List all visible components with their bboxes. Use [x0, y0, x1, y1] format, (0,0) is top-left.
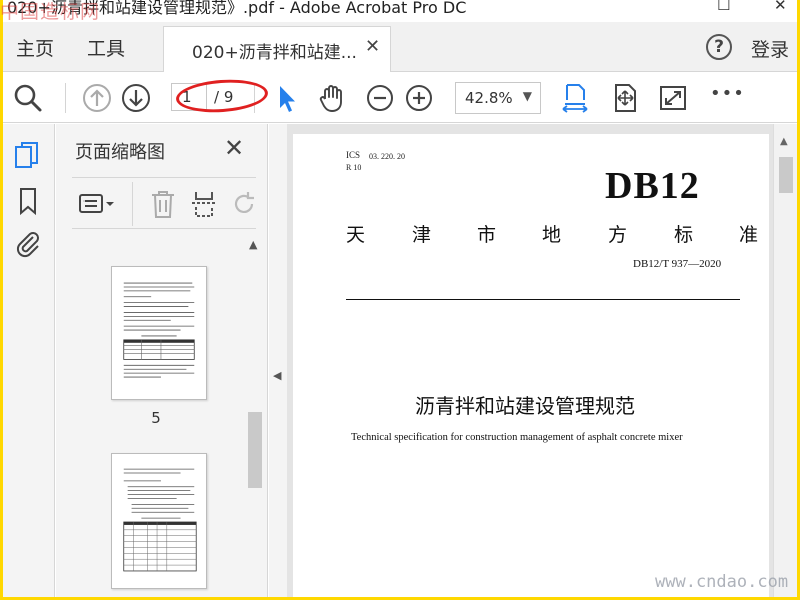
authority-char: 准 [739, 224, 759, 246]
authority-char: 方 [608, 224, 628, 246]
document-page: ICS 03. 220. 20 R 10 DB12 天 津 市 地 方 标 准 … [293, 134, 769, 597]
zoom-value: 42.8% [465, 89, 513, 107]
panel-divider [132, 182, 133, 226]
header-rule [346, 299, 740, 300]
menu-bar: 主页 工具 020+沥青拌和站建... ✕ ? 登录 [3, 22, 797, 72]
page-thumbnail[interactable] [111, 266, 207, 400]
rotate-page-icon[interactable] [230, 189, 258, 219]
authority-char: 地 [542, 224, 562, 246]
left-rail [3, 124, 55, 597]
page-number-input[interactable]: 1 [171, 83, 207, 111]
bookmark-icon[interactable] [13, 186, 43, 216]
thumbnail-page-number: 5 [151, 409, 161, 427]
watermark-bottom: www.cndao.com [655, 572, 789, 592]
login-button[interactable]: 登录 [751, 35, 789, 62]
thumbnail-options-icon[interactable] [78, 190, 116, 218]
panel-close-button[interactable]: ✕ [224, 134, 244, 162]
page-thumbnail[interactable] [111, 453, 207, 589]
title-cn: 沥青拌和站建设管理规范 [415, 394, 635, 418]
scrollbar-thumb[interactable] [779, 157, 793, 193]
authority-line: 天 津 市 地 方 标 准 [346, 220, 758, 246]
delete-page-icon[interactable] [149, 189, 177, 219]
home-menu[interactable]: 主页 [16, 34, 54, 61]
authority-char: 标 [674, 224, 694, 246]
title-bar: 020+沥青拌和站建设管理规范》.pdf - Adobe Acrobat Pro… [3, 0, 797, 22]
close-window-button[interactable]: ✕ [774, 0, 787, 14]
document-scrollbar[interactable]: ▲ [773, 124, 797, 597]
toolbar-divider [254, 83, 255, 113]
zoom-select[interactable]: 42.8% ▼ [455, 82, 541, 114]
more-icon[interactable]: ••• [710, 83, 745, 104]
chevron-up-icon[interactable]: ▲ [780, 136, 788, 147]
tab-close-button[interactable]: ✕ [365, 36, 380, 57]
maximize-button[interactable]: ☐ [717, 0, 730, 14]
doc-number: DB12/T 937—2020 [633, 258, 722, 270]
help-button[interactable]: ? [706, 34, 732, 60]
authority-char: 津 [412, 224, 432, 246]
authority-char: 市 [477, 224, 497, 246]
panel-title: 页面缩略图 [75, 142, 165, 163]
hand-icon[interactable] [316, 82, 348, 114]
document-tab[interactable]: 020+沥青拌和站建... ✕ [163, 26, 391, 72]
toolbar: 1 / 9 42.8% ▼ ••• [3, 73, 797, 123]
panel-collapse-handle[interactable]: ◀ [269, 124, 287, 597]
zoom-out-icon[interactable] [364, 82, 396, 114]
collapse-arrow-icon[interactable]: ◀ [273, 369, 281, 382]
fit-width-icon[interactable] [559, 82, 591, 114]
extract-page-icon[interactable] [190, 189, 218, 219]
acrobat-window: 020+沥青拌和站建设管理规范》.pdf - Adobe Acrobat Pro… [3, 0, 797, 597]
toolbar-divider [65, 83, 66, 113]
attachment-icon[interactable] [13, 228, 43, 258]
standard-code: DB12 [605, 165, 700, 207]
tab-label: 020+沥青拌和站建... [192, 43, 357, 63]
scrollbar-thumb[interactable] [248, 412, 262, 488]
next-page-icon[interactable] [120, 82, 152, 114]
select-cursor-icon[interactable] [271, 82, 303, 114]
page-thumbnails-icon[interactable] [13, 140, 43, 170]
authority-char: 天 [346, 224, 366, 246]
thumbnails-panel: 页面缩略图 ✕ 5 ▲ [56, 124, 268, 597]
ics-code: 03. 220. 20 [369, 152, 405, 161]
prev-page-icon[interactable] [81, 82, 113, 114]
fit-page-icon[interactable] [609, 82, 641, 114]
thumbnail-scrollbar[interactable]: ▲ [245, 236, 265, 597]
ics-label: ICS [346, 150, 361, 160]
document-view[interactable]: ICS 03. 220. 20 R 10 DB12 天 津 市 地 方 标 准 … [287, 124, 773, 597]
search-icon[interactable] [12, 82, 44, 114]
watermark-top: 中国造标网 [0, 1, 101, 23]
title-en: Technical specification for construction… [351, 432, 683, 443]
page-total: / 9 [214, 88, 234, 106]
panel-toolbar [72, 177, 256, 229]
chevron-down-icon: ▼ [522, 89, 532, 103]
r-code: R 10 [346, 163, 362, 172]
fullscreen-icon[interactable] [657, 82, 689, 114]
tools-menu[interactable]: 工具 [87, 34, 125, 61]
zoom-in-icon[interactable] [403, 82, 435, 114]
chevron-up-icon[interactable]: ▲ [249, 238, 257, 251]
